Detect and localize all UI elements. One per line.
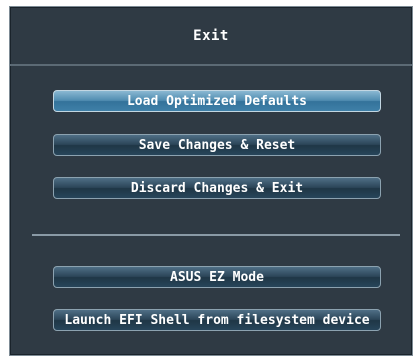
launch-efi-shell-button[interactable]: Launch EFI Shell from filesystem device [53, 309, 381, 331]
exit-dialog: Exit Load Optimized Defaults Save Change… [9, 6, 413, 356]
section-divider [32, 234, 400, 236]
dialog-header: Exit [10, 7, 412, 66]
asus-ez-mode-button[interactable]: ASUS EZ Mode [53, 266, 381, 288]
dialog-title: Exit [193, 27, 229, 44]
load-optimized-defaults-button[interactable]: Load Optimized Defaults [53, 90, 381, 112]
save-changes-reset-button[interactable]: Save Changes & Reset [53, 134, 381, 156]
discard-changes-exit-button[interactable]: Discard Changes & Exit [53, 177, 381, 199]
